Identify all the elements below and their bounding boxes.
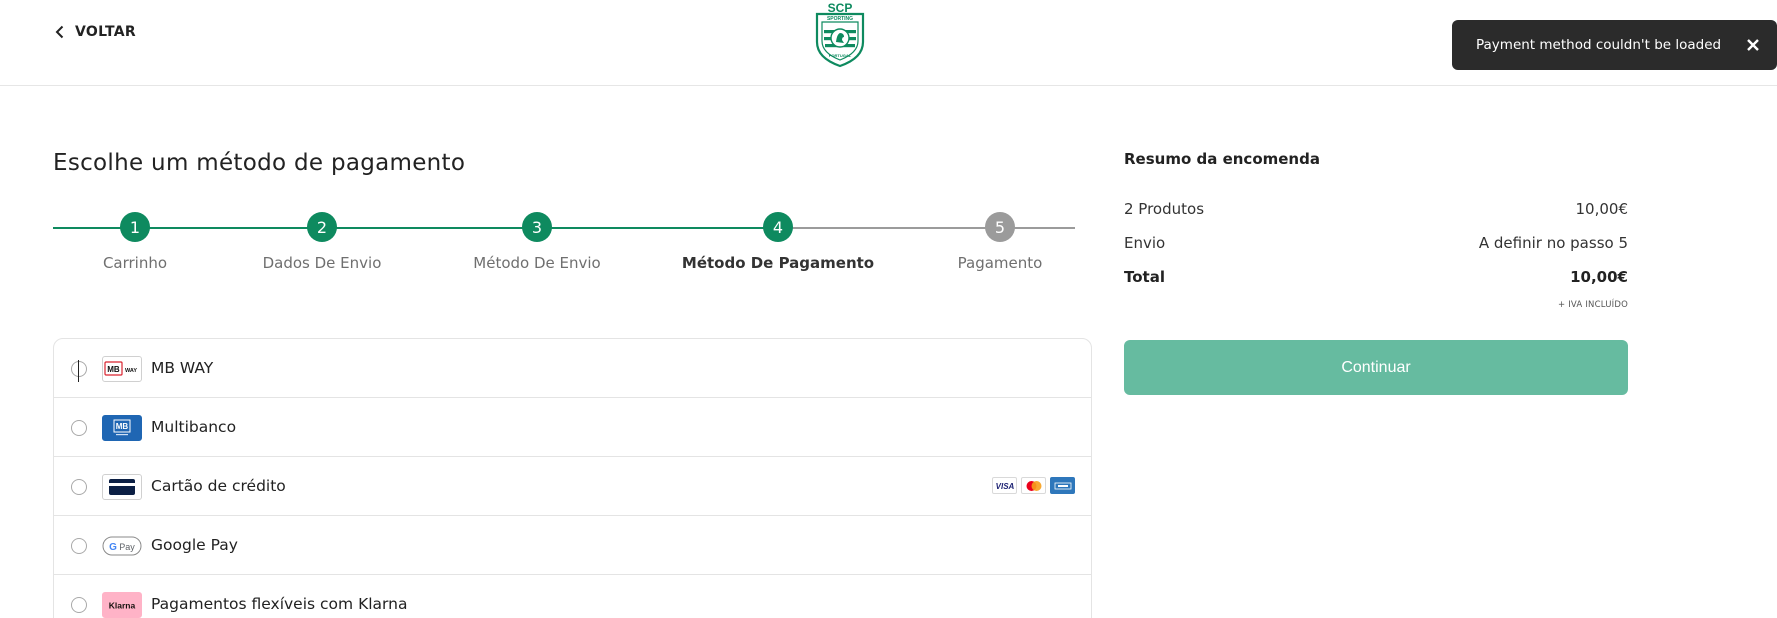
payment-method-label: Pagamentos flexíveis com Klarna (151, 595, 408, 613)
step-2-number: 2 (307, 212, 337, 242)
stepper-line-done (53, 227, 778, 229)
checkout-stepper: 1 Carrinho 2 Dados De Envio 3 Método De … (53, 212, 1075, 272)
radio-multibanco[interactable] (71, 420, 87, 436)
order-summary: Resumo da encomenda 2 Produtos 10,00€ En… (1124, 150, 1628, 310)
step-2[interactable]: 2 Dados De Envio (263, 212, 381, 272)
stepper-line-pending (778, 227, 1075, 229)
svg-text:WAY: WAY (125, 368, 137, 374)
svg-text:VISA: VISA (995, 482, 1014, 491)
card-brands: VISA (992, 477, 1075, 494)
svg-text:G: G (109, 542, 117, 553)
continue-button[interactable]: Continuar (1124, 340, 1628, 395)
summary-row-value: A definir no passo 5 (1478, 234, 1628, 252)
close-icon[interactable] (1742, 34, 1764, 56)
back-label: VOLTAR (75, 24, 136, 40)
step-4-label: Método De Pagamento (681, 254, 875, 272)
payment-method-multibanco[interactable]: MB Multibanco (54, 398, 1091, 457)
payment-method-label: MB WAY (151, 359, 214, 377)
svg-text:MB: MB (107, 365, 120, 374)
step-1-label: Carrinho (102, 254, 168, 272)
vat-note: + IVA INCLUÍDO (1558, 300, 1628, 310)
summary-title: Resumo da encomenda (1124, 150, 1320, 168)
amex-icon (1050, 477, 1075, 494)
step-1[interactable]: 1 Carrinho (103, 212, 167, 272)
summary-row-value: 10,00€ (1570, 268, 1628, 286)
radio-credit-card[interactable] (71, 479, 87, 495)
google-pay-icon: G Pay (102, 533, 142, 559)
credit-card-icon (102, 474, 142, 500)
summary-row-label: Total (1124, 268, 1165, 286)
step-3[interactable]: 3 Método De Envio (473, 212, 601, 272)
page-title: Escolhe um método de pagamento (53, 150, 466, 176)
klarna-icon: Klarna (102, 592, 142, 618)
step-4-number: 4 (763, 212, 793, 242)
step-3-number: 3 (522, 212, 552, 242)
summary-row-label: 2 Produtos (1124, 200, 1205, 218)
payment-method-google-pay[interactable]: G Pay Google Pay (54, 516, 1091, 575)
summary-row-products: 2 Produtos 10,00€ (1124, 200, 1628, 218)
summary-row-value: 10,00€ (1575, 200, 1629, 218)
payment-method-mbway[interactable]: MB WAY MB WAY (54, 339, 1091, 398)
summary-row-label: Envio (1124, 234, 1166, 252)
back-button[interactable]: VOLTAR (53, 24, 136, 40)
visa-icon: VISA (992, 477, 1017, 494)
step-2-label: Dados De Envio (262, 254, 382, 272)
svg-text:Klarna: Klarna (109, 601, 136, 611)
summary-row-shipping: Envio A definir no passo 5 (1124, 234, 1628, 252)
step-4[interactable]: 4 Método De Pagamento (682, 212, 874, 272)
payment-method-label: Multibanco (151, 418, 237, 436)
step-3-label: Método De Envio (473, 254, 601, 272)
svg-text:Pay: Pay (119, 542, 135, 552)
toast-message: Payment method couldn't be loaded (1476, 37, 1722, 53)
error-toast: Payment method couldn't be loaded (1452, 20, 1777, 70)
chevron-left-icon (53, 25, 67, 39)
payment-method-label: Google Pay (151, 536, 238, 554)
mbway-icon: MB WAY (102, 356, 142, 382)
logo-ring-bottom: PORTUGAL (829, 53, 852, 58)
mastercard-icon (1021, 477, 1046, 494)
step-1-number: 1 (120, 212, 150, 242)
payment-method-list: MB WAY MB WAY MB Multibanco Cartão de cr… (53, 338, 1092, 618)
payment-method-klarna[interactable]: Klarna Pagamentos flexíveis com Klarna (54, 575, 1091, 618)
radio-mbway[interactable] (71, 360, 87, 382)
step-5: 5 Pagamento (958, 212, 1042, 272)
svg-text:MB: MB (116, 422, 129, 431)
step-5-label: Pagamento (957, 254, 1043, 272)
payment-method-label: Cartão de crédito (151, 477, 286, 495)
radio-klarna[interactable] (71, 597, 87, 613)
radio-google-pay[interactable] (71, 538, 87, 554)
step-5-number: 5 (985, 212, 1015, 242)
logo-ring-top: SPORTING (827, 16, 853, 22)
payment-method-credit-card[interactable]: Cartão de crédito VISA (54, 457, 1091, 516)
multibanco-icon: MB (102, 415, 142, 441)
sporting-cp-crest-icon[interactable]: SCP SPORTING PORTUGAL (812, 0, 868, 68)
summary-row-total: Total 10,00€ (1124, 268, 1628, 286)
